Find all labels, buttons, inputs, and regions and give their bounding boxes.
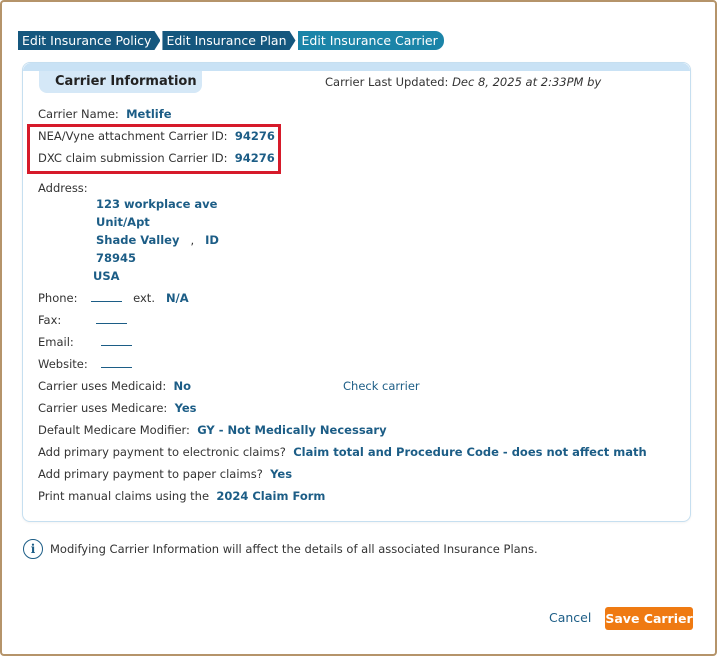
print-claims-row: Print manual claims using the 2024 Claim… xyxy=(38,489,325,503)
carrier-name-value: Metlife xyxy=(126,107,172,121)
last-updated: Carrier Last Updated: Dec 8, 2025 at 2:3… xyxy=(325,75,601,89)
address-state: ID xyxy=(205,233,219,247)
website-label: Website: xyxy=(38,357,88,371)
tab-edit-insurance-policy[interactable]: Edit Insurance Policy xyxy=(18,31,160,50)
modifier-label: Default Medicare Modifier: xyxy=(38,423,190,437)
cancel-button[interactable]: Cancel xyxy=(549,610,591,625)
modifier-row: Default Medicare Modifier: GY - Not Medi… xyxy=(38,423,387,437)
electronic-claims-value: Claim total and Procedure Code - does no… xyxy=(293,445,647,459)
electronic-claims-label: Add primary payment to electronic claims… xyxy=(38,445,286,459)
email-label: Email: xyxy=(38,335,74,349)
email-value[interactable] xyxy=(101,336,133,346)
fax-row: Fax: xyxy=(38,313,127,327)
phone-value[interactable] xyxy=(91,292,123,302)
nea-id-label: NEA/Vyne attachment Carrier ID: xyxy=(38,129,228,143)
info-icon: i xyxy=(23,539,43,559)
check-carrier-link[interactable]: Check carrier xyxy=(343,379,420,393)
print-claims-label: Print manual claims using the xyxy=(38,489,210,503)
edit-carrier-dialog: Edit Insurance Policy Edit Insurance Pla… xyxy=(0,0,717,656)
modifier-value: GY - Not Medically Necessary xyxy=(197,423,387,437)
nea-id-value: 94276 xyxy=(234,129,275,143)
address-line2: Unit/Apt xyxy=(96,215,150,229)
electronic-claims-row: Add primary payment to electronic claims… xyxy=(38,445,647,459)
address-comma: , xyxy=(190,233,195,247)
medicare-value: Yes xyxy=(174,401,197,415)
address-country: USA xyxy=(93,269,120,283)
fax-value[interactable] xyxy=(95,314,127,324)
save-carrier-button[interactable]: Save Carrier xyxy=(605,607,693,630)
panel-header-bar xyxy=(23,63,690,71)
info-notice: i Modifying Carrier Information will aff… xyxy=(23,539,538,559)
nea-id-row: NEA/Vyne attachment Carrier ID: 94276 xyxy=(38,129,275,143)
medicare-label: Carrier uses Medicare: xyxy=(38,401,168,415)
website-row: Website: xyxy=(38,357,133,371)
address-line1: 123 workplace ave xyxy=(96,197,218,211)
medicaid-row: Carrier uses Medicaid: No xyxy=(38,379,191,393)
ext-label: ext. xyxy=(133,291,155,305)
tab-bar: Edit Insurance Policy Edit Insurance Pla… xyxy=(18,31,446,50)
medicare-row: Carrier uses Medicare: Yes xyxy=(38,401,197,415)
phone-row: Phone: ext. N/A xyxy=(38,291,189,305)
print-claims-value: 2024 Claim Form xyxy=(216,489,326,503)
panel-title: Carrier Information xyxy=(39,71,202,93)
dxc-id-label: DXC claim submission Carrier ID: xyxy=(38,151,228,165)
dxc-id-value: 94276 xyxy=(234,151,275,165)
address-zip: 78945 xyxy=(96,251,137,265)
tab-edit-insurance-plan[interactable]: Edit Insurance Plan xyxy=(162,31,295,50)
email-row: Email: xyxy=(38,335,133,349)
carrier-info-panel: Carrier Information Carrier Last Updated… xyxy=(22,62,691,522)
address-city: Shade Valley xyxy=(96,233,180,247)
address-label: Address: xyxy=(38,181,88,195)
tab-edit-insurance-carrier[interactable]: Edit Insurance Carrier xyxy=(297,31,444,50)
ext-value: N/A xyxy=(165,291,189,305)
carrier-name-label: Carrier Name: xyxy=(38,107,119,121)
phone-label: Phone: xyxy=(38,291,78,305)
fax-label: Fax: xyxy=(38,313,62,327)
paper-claims-label: Add primary payment to paper claims? xyxy=(38,467,263,481)
paper-claims-value: Yes xyxy=(270,467,293,481)
dxc-id-row: DXC claim submission Carrier ID: 94276 xyxy=(38,151,275,165)
medicaid-label: Carrier uses Medicaid: xyxy=(38,379,167,393)
paper-claims-row: Add primary payment to paper claims? Yes xyxy=(38,467,292,481)
last-updated-label: Carrier Last Updated: xyxy=(325,75,449,89)
address-city-state: Shade Valley , ID xyxy=(96,233,219,247)
carrier-name-row: Carrier Name: Metlife xyxy=(38,107,172,121)
info-text: Modifying Carrier Information will affec… xyxy=(50,542,538,556)
last-updated-value: Dec 8, 2025 at 2:33PM by xyxy=(452,75,602,89)
medicaid-value: No xyxy=(173,379,192,393)
website-value[interactable] xyxy=(101,358,133,368)
